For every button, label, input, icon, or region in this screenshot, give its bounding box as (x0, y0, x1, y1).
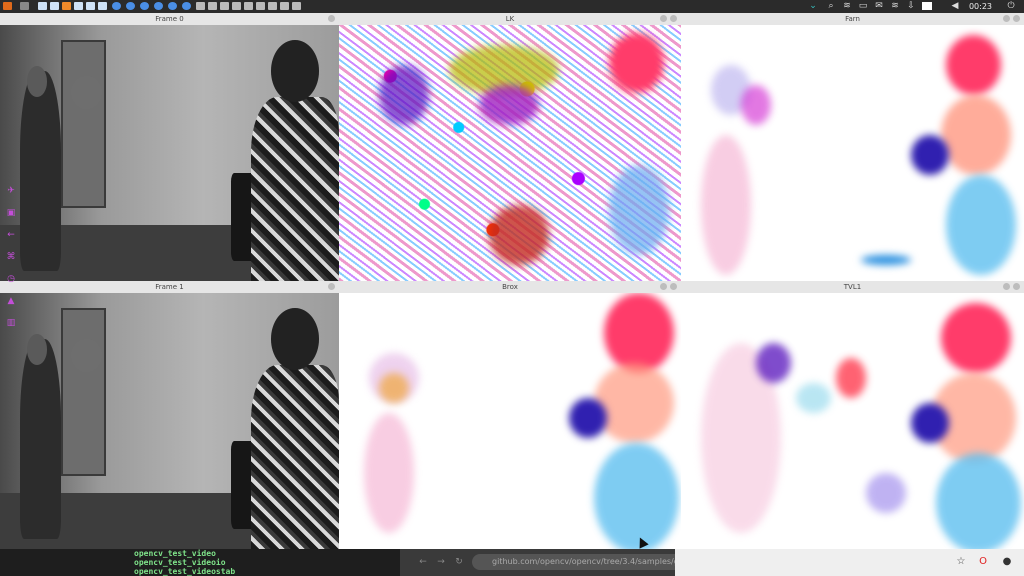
clock-icon[interactable]: ◷ (6, 274, 16, 284)
wifi-icon[interactable]: ≋ (890, 1, 900, 11)
taskbar-chrome-icon[interactable] (154, 2, 163, 10)
flow-image (339, 293, 681, 549)
battery-icon[interactable]: ▭ (858, 1, 868, 11)
wifi-icon[interactable]: ≋ (842, 1, 852, 11)
flow-image (681, 25, 1024, 281)
window-title: TVL1 (843, 283, 862, 291)
taskbar-window-icon[interactable] (196, 2, 205, 10)
window-icon[interactable]: ▣ (6, 208, 16, 218)
browser-toolbar: ← → ↻ github.com/opencv/opencv/tree/3.4/… (400, 549, 1024, 576)
window-frame-0[interactable]: Frame 0 (0, 13, 339, 281)
power-icon[interactable]: ⏻ (1006, 1, 1016, 11)
lock-icon[interactable]: ▲ (6, 296, 16, 306)
close-icon[interactable] (328, 15, 335, 22)
chevron-down-icon[interactable]: ⌄ (808, 1, 818, 11)
star-icon[interactable]: ☆ (955, 556, 967, 568)
window-title: LK (505, 15, 515, 23)
taskbar-window-icon[interactable] (62, 2, 71, 10)
minimize-icon[interactable] (660, 15, 667, 22)
url-text: github.com/opencv/opencv/tree/3.4/sample… (492, 557, 689, 566)
taskbar-chrome-icon[interactable] (112, 2, 121, 10)
close-icon[interactable] (1013, 15, 1020, 22)
taskbar-window-icon[interactable] (98, 2, 107, 10)
flow-image (339, 25, 681, 281)
volume-icon[interactable]: ◀ (950, 1, 960, 11)
taskbar-window-icon[interactable] (292, 2, 301, 10)
window-frame-1[interactable]: Frame 1 (0, 281, 339, 549)
window-brox[interactable]: Brox (339, 281, 681, 549)
taskbar-window-icon[interactable] (256, 2, 265, 10)
taskbar-window-icon[interactable] (74, 2, 83, 10)
dock-sidebar: ✈ ▣ ← ⌘ ◷ ▲ ▥ (2, 180, 20, 340)
window-title: Farn (845, 15, 860, 23)
minimize-icon[interactable] (660, 283, 667, 290)
taskbar-window-icon[interactable] (50, 2, 59, 10)
close-icon[interactable] (670, 283, 677, 290)
taskbar-window-icon[interactable] (38, 2, 47, 10)
taskbar-chrome-icon[interactable] (168, 2, 177, 10)
close-icon[interactable] (1013, 283, 1020, 290)
opera-icon[interactable]: O (977, 556, 989, 568)
mail-icon[interactable]: ✉ (874, 1, 884, 11)
close-icon[interactable] (670, 15, 677, 22)
clock[interactable]: 00:23 (969, 0, 992, 13)
terminal-line: opencv_test_videostab (134, 567, 236, 576)
taskbar-chrome-icon[interactable] (140, 2, 149, 10)
system-top-bar: ⌄ ⌕ ≋ ▭ ✉ ≋ ⇩ ◀ 00:23 ⏻ (0, 0, 1024, 13)
search-icon[interactable]: ⌕ (826, 1, 836, 11)
window-farn[interactable]: Farn (681, 13, 1024, 281)
window-lk[interactable]: LK (339, 13, 681, 281)
download-icon[interactable]: ⇩ (906, 1, 916, 11)
minimize-icon[interactable] (1003, 283, 1010, 290)
back-icon[interactable]: ← (418, 557, 428, 567)
taskbar-chrome-icon[interactable] (126, 2, 135, 10)
taskbar-window-icon[interactable] (280, 2, 289, 10)
taskbar-window-icon[interactable] (268, 2, 277, 10)
arrow-left-icon[interactable]: ← (6, 230, 16, 240)
terminal-line: opencv_test_video (134, 549, 216, 558)
bar-chart-icon[interactable]: ▥ (6, 318, 16, 328)
window-tvl1[interactable]: TVL1 (681, 281, 1024, 549)
reload-icon[interactable]: ↻ (454, 557, 464, 567)
apps-grid-icon[interactable] (20, 2, 29, 10)
taskbar-window-icon[interactable] (208, 2, 217, 10)
flow-image (681, 293, 1024, 549)
taskbar-chrome-icon[interactable] (182, 2, 191, 10)
browser-toolbar-right: ☆ O ● (675, 549, 1024, 576)
gamepad-icon[interactable]: ⌘ (6, 252, 16, 262)
minimize-icon[interactable] (1003, 15, 1010, 22)
window-title: Frame 0 (155, 15, 184, 23)
account-icon[interactable]: ● (1001, 556, 1013, 568)
taskbar-window-icon[interactable] (220, 2, 229, 10)
taskbar-window-icon[interactable] (232, 2, 241, 10)
window-title: Brox (502, 283, 518, 291)
forward-icon[interactable]: → (436, 557, 446, 567)
frame-image (0, 293, 339, 549)
frame-image (0, 25, 339, 281)
close-icon[interactable] (328, 283, 335, 290)
window-title: Frame 1 (155, 283, 184, 291)
app-menu-icon[interactable] (3, 2, 12, 10)
terminal[interactable]: opencv_test_video opencv_test_videoio op… (0, 549, 400, 576)
airplane-icon[interactable]: ✈ (6, 186, 16, 196)
terminal-line: opencv_test_videoio (134, 558, 226, 567)
flag-icon[interactable] (922, 2, 932, 10)
taskbar-window-icon[interactable] (86, 2, 95, 10)
taskbar-window-icon[interactable] (244, 2, 253, 10)
